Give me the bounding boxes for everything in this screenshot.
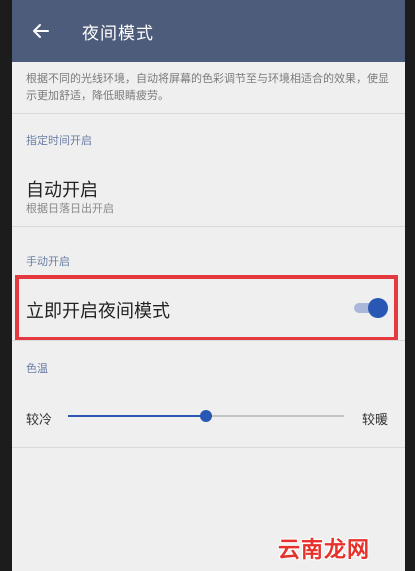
arrow-left-icon xyxy=(33,24,49,38)
auto-enable-subtitle: 根据日落日出开启 xyxy=(26,202,114,215)
divider xyxy=(12,226,405,227)
slider-fill xyxy=(68,415,206,417)
section-header-manual: 手动开启 xyxy=(26,255,70,268)
back-button[interactable] xyxy=(28,18,54,44)
toggle-knob xyxy=(368,298,388,318)
enable-now-title: 立即开启夜间模式 xyxy=(26,301,170,322)
slider-thumb[interactable] xyxy=(200,410,212,422)
auto-enable-title: 自动开启 xyxy=(26,180,98,201)
mode-description: 根据不同的光线环境，自动将屏幕的色彩调节至与环境相适合的效果，使显示更加舒适，降… xyxy=(26,72,389,102)
slider-max-label: 较暖 xyxy=(362,413,389,428)
phone-frame: 夜间模式 根据不同的光线环境，自动将屏幕的色彩调节至与环境相适合的效果，使显示更… xyxy=(0,0,415,571)
watermark-text: 云南龙网 xyxy=(278,538,371,563)
app-bar: 夜间模式 xyxy=(12,0,405,62)
night-mode-toggle[interactable] xyxy=(354,297,388,319)
section-header-scheduled: 指定时间开启 xyxy=(26,134,92,147)
auto-enable-row[interactable]: 自动开启 根据日落日出开启 xyxy=(12,163,405,225)
divider xyxy=(12,447,405,448)
color-temperature-slider[interactable] xyxy=(68,408,344,424)
divider xyxy=(12,113,405,114)
enable-now-row[interactable]: 立即开启夜间模式 xyxy=(12,278,405,340)
settings-screen: 夜间模式 根据不同的光线环境，自动将屏幕的色彩调节至与环境相适合的效果，使显示更… xyxy=(12,0,405,571)
section-header-color-temp: 色温 xyxy=(26,362,48,375)
slider-min-label: 较冷 xyxy=(26,413,53,428)
page-title: 夜间模式 xyxy=(82,24,154,44)
divider xyxy=(12,340,405,341)
